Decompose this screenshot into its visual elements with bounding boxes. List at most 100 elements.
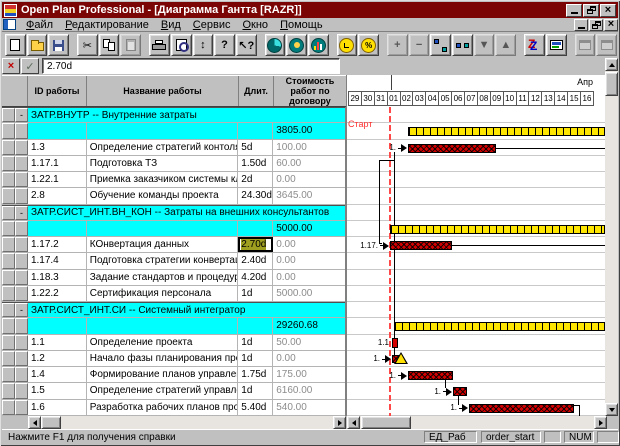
cost-histogram-button[interactable] <box>308 34 329 56</box>
cell-duration[interactable]: 5.40d <box>238 400 273 415</box>
cell-duration[interactable]: 24.30d <box>238 188 273 203</box>
cell-name[interactable] <box>87 123 239 138</box>
cell-name[interactable]: Подготовка ТЗ <box>87 156 239 171</box>
row-indicator-cell[interactable] <box>15 335 28 350</box>
cell-name[interactable]: Разработка рабочих планов проекта <box>87 400 239 415</box>
gantt-vscroll-thumb[interactable] <box>605 72 618 96</box>
duration-edit-input[interactable] <box>42 58 340 74</box>
print-preview-button[interactable] <box>171 34 192 56</box>
cell-name[interactable]: Сертификация персонала <box>87 286 239 301</box>
task-bar-1-6[interactable] <box>469 404 574 413</box>
row-indicator-cell[interactable] <box>15 351 28 366</box>
cell-name[interactable]: Задание стандартов и процедур по д <box>87 270 239 285</box>
row-indicator-cell[interactable] <box>15 383 28 398</box>
task-bar-1-5[interactable] <box>453 387 467 396</box>
row-indicator-cell[interactable] <box>15 221 28 236</box>
cell-duration[interactable]: 4.20d <box>238 270 273 285</box>
row-indicator-cell[interactable] <box>15 253 28 268</box>
child-close-button[interactable]: × <box>604 19 618 31</box>
cell-id[interactable]: 1.22.1 <box>28 172 87 187</box>
help-button[interactable]: ? <box>214 34 235 56</box>
row-selector-cell[interactable] <box>2 206 15 220</box>
cell-duration[interactable]: 1.75d <box>238 367 273 382</box>
task-bar-1-4[interactable] <box>408 371 453 380</box>
cell-id[interactable]: 1.3 <box>28 140 87 155</box>
row-indicator-cell[interactable] <box>15 270 28 285</box>
table-row[interactable]: 1.17.2КОнвертация данных2.70d0.00 <box>2 237 345 253</box>
task-bar-1-3[interactable] <box>408 144 496 153</box>
link-button[interactable] <box>430 34 451 56</box>
mdi-child-icon[interactable] <box>3 19 16 30</box>
cell-duration[interactable]: 2.40d <box>238 253 273 268</box>
row-selector-cell[interactable] <box>2 156 15 171</box>
table-summary-row[interactable]: 3805.00 <box>2 123 345 139</box>
table-row[interactable]: 1.5Определение стратегий управления р1d6… <box>2 383 345 399</box>
cell-id[interactable]: 1.5 <box>28 383 87 398</box>
cell-id[interactable]: 1.17.1 <box>28 156 87 171</box>
column-header-id[interactable]: ID работы <box>28 76 87 106</box>
row-selector-cell[interactable] <box>2 237 15 252</box>
cell-name[interactable]: Подготовка стратегии конвертации <box>87 253 239 268</box>
table-row[interactable]: 1.22.1Приемка заказчиком системы клиент2… <box>2 172 345 188</box>
save-button[interactable] <box>48 34 69 56</box>
row-selector-cell[interactable] <box>2 318 15 333</box>
cell-duration[interactable]: 2d <box>238 172 273 187</box>
gantt-vscroll-track[interactable] <box>605 58 618 416</box>
cut-button[interactable]: ✂ <box>77 34 98 56</box>
cell-cost[interactable]: 3805.00 <box>273 123 345 138</box>
cell-cost[interactable]: 0.00 <box>273 351 345 366</box>
column-header-cost[interactable]: Стоимость работ по договору <box>274 76 346 106</box>
collapse-toggle[interactable]: - <box>15 206 28 220</box>
row-indicator-cell[interactable] <box>15 286 28 301</box>
cell-id[interactable] <box>28 123 87 138</box>
row-indicator-cell[interactable] <box>15 400 28 415</box>
table-row[interactable]: 1.17.1Подготовка ТЗ1.50d60.00 <box>2 156 345 172</box>
new-button[interactable] <box>5 34 26 56</box>
row-selector-cell[interactable] <box>2 253 15 268</box>
cell-cost[interactable]: 100.00 <box>273 140 345 155</box>
table-row[interactable]: 1.18.3Задание стандартов и процедур по д… <box>2 270 345 286</box>
cell-name[interactable] <box>87 221 239 236</box>
cell-cost[interactable]: 5000.00 <box>273 286 345 301</box>
cell-name[interactable]: Определение стратегий контоля и отч <box>87 140 239 155</box>
cell-cost[interactable]: 540.00 <box>273 400 345 415</box>
gantt-vscroll-down-button[interactable] <box>605 403 618 416</box>
cell-cost[interactable]: 3645.00 <box>273 188 345 203</box>
child-restore-button[interactable] <box>589 19 603 31</box>
menu-item-1[interactable]: Редактирование <box>59 19 155 31</box>
gantt-hscroll-right-button[interactable] <box>594 416 607 429</box>
time-analysis-button[interactable] <box>265 34 286 56</box>
table-row[interactable]: 1.2Начало фазы планирования проекта1d0.0… <box>2 351 345 367</box>
cell-cost[interactable]: 175.00 <box>273 367 345 382</box>
cell-id[interactable]: 1.17.4 <box>28 253 87 268</box>
table-row[interactable]: 1.4Формирование планов управления1.75d17… <box>2 367 345 383</box>
cell-id[interactable]: 1.1 <box>28 335 87 350</box>
minimize-button[interactable] <box>566 4 582 17</box>
context-help-button[interactable]: ↖? <box>236 34 257 56</box>
row-selector-cell[interactable] <box>2 270 15 285</box>
row-indicator-cell[interactable] <box>15 172 28 187</box>
cell-cost[interactable]: 0.00 <box>273 237 345 252</box>
cell-name[interactable]: Начало фазы планирования проекта <box>87 351 239 366</box>
row-selector-cell[interactable] <box>2 335 15 350</box>
row-selector-cell[interactable] <box>2 286 15 301</box>
table-group-row[interactable]: -ЗАТР.СИСТ_ИНТ.ВН_КОН -- Затраты на внеш… <box>2 205 345 221</box>
table-row[interactable]: 2.8Обучение команды проекта24.30d3645.00 <box>2 188 345 204</box>
cell-name[interactable]: Формирование планов управления <box>87 367 239 382</box>
row-selector-cell[interactable] <box>2 123 15 138</box>
task-bar-1-17-2[interactable] <box>390 241 452 250</box>
cell-name[interactable]: Приемка заказчиком системы клиент <box>87 172 239 187</box>
cell-id[interactable] <box>28 318 87 333</box>
menu-item-4[interactable]: Окно <box>236 19 274 31</box>
table-summary-row[interactable]: 29260.68 <box>2 318 345 334</box>
row-indicator-cell[interactable] <box>15 237 28 252</box>
row-selector-cell[interactable] <box>2 383 15 398</box>
open-button[interactable] <box>27 34 48 56</box>
row-indicator-cell[interactable] <box>15 140 28 155</box>
table-summary-row[interactable]: 5000.00 <box>2 221 345 237</box>
row-selector-cell[interactable] <box>2 303 15 317</box>
table-row[interactable]: 1.17.4Подготовка стратегии конвертации2.… <box>2 253 345 269</box>
table-row[interactable]: 1.3Определение стратегий контоля и отч5d… <box>2 140 345 156</box>
cell-cost[interactable]: 6160.00 <box>273 383 345 398</box>
menu-item-5[interactable]: Помощь <box>274 19 329 31</box>
